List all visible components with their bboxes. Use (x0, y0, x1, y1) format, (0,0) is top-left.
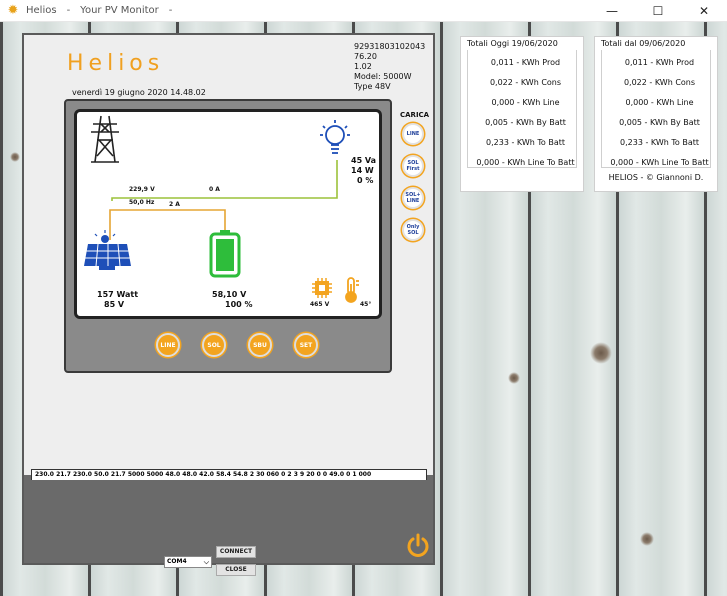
temperature: 45° (360, 301, 372, 308)
nav-line-button[interactable]: LINE (156, 333, 180, 357)
bulb-icon (320, 120, 350, 154)
flow-diagram (84, 115, 359, 303)
totals-today-panel: Totali Oggi 19/06/2020 0,011 - KWh Prod … (460, 36, 584, 192)
battery-voltage: 58,10 V (212, 290, 247, 299)
title-bar: ✹ Helios - Your PV Monitor - — ☐ ✕ (0, 0, 727, 22)
datetime: venerdì 19 giugno 2020 14.48.02 (72, 88, 206, 97)
connect-button[interactable]: CONNECT (216, 546, 256, 558)
totals-today-row: 0,000 - KWh Line (491, 98, 560, 107)
totals-since-row: 0,022 - KWh Cons (623, 78, 696, 87)
serial-number: 92931803102043 (354, 42, 426, 51)
totals-today-row: 0,000 - KWh Line To Batt (476, 158, 575, 167)
com-port-select[interactable]: COM4 ⌵ (164, 556, 212, 568)
charge-mode-sol-first-button[interactable]: SOL First (402, 155, 424, 177)
helios-logo: Helios (67, 51, 165, 76)
device-specs: 92931803102043 76.20 1.02 Model: 5000W T… (354, 42, 425, 92)
nav-sol-button[interactable]: SOL (202, 333, 226, 357)
totals-today-row: 0,022 - KWh Cons (489, 78, 562, 87)
sun-gear-icon: ✹ (7, 2, 19, 18)
monitor-screen: 229,9 V 50,0 Hz 0 A 2 A 45 Va 14 W 0 % 1… (74, 109, 382, 319)
close-window-button[interactable]: ✕ (681, 0, 727, 22)
pv-power: 157 Watt (97, 290, 139, 299)
grid-current: 0 A (209, 186, 220, 193)
inverter-voltage: 465 V (310, 301, 330, 308)
minimize-button[interactable]: — (589, 0, 635, 22)
maximize-button[interactable]: ☐ (635, 0, 681, 22)
totals-since-group: 0,011 - KWh Prod 0,022 - KWh Cons 0,000 … (601, 50, 711, 168)
totals-since-row: 0,233 - KWh To Batt (620, 138, 699, 147)
totals-today-row: 0,005 - KWh By Batt (485, 118, 566, 127)
totals-since-row: 0,000 - KWh Line (625, 98, 694, 107)
charge-label: CARICA (400, 111, 430, 119)
grid-voltage: 229,9 V (129, 186, 155, 193)
version: 1.02 (354, 62, 372, 71)
charge-mode-sol-line-button[interactable]: SOL+ LINE (402, 187, 424, 209)
firmware: 76.20 (354, 52, 377, 61)
credit-text: HELIOS - © Giannoni D. (608, 173, 704, 182)
battery-current: 2 A (169, 201, 180, 208)
screen-frame: 229,9 V 50,0 Hz 0 A 2 A 45 Va 14 W 0 % 1… (64, 99, 392, 373)
type: Type 48V (354, 82, 391, 91)
battery-icon (209, 230, 241, 278)
device-top-panel: Helios 92931803102043 76.20 1.02 Model: … (24, 35, 433, 475)
totals-today-row: 0,011 - KWh Prod (490, 58, 561, 67)
solar-panel-icon (84, 230, 131, 270)
totals-since-row: 0,000 - KWh Line To Batt (610, 158, 709, 167)
totals-since-panel: Totali dal 09/06/2020 0,011 - KWh Prod 0… (594, 36, 718, 192)
load-power-va: 45 Va (351, 156, 377, 165)
totals-since-row: 0,011 - KWh Prod (624, 58, 695, 67)
charge-mode-only-sol-button[interactable]: Only SOL (402, 219, 424, 241)
totals-today-group: 0,011 - KWh Prod 0,022 - KWh Cons 0,000 … (467, 50, 577, 168)
load-percent: 0 % (357, 176, 374, 185)
pylon-icon (91, 115, 119, 163)
close-button[interactable]: CLOSE (216, 564, 256, 576)
totals-today-title: Totali Oggi 19/06/2020 (467, 39, 558, 48)
window-title: Helios - Your PV Monitor - (26, 5, 173, 16)
model: Model: 5000W (354, 72, 412, 81)
load-power-w: 14 W (351, 166, 374, 175)
pv-voltage: 85 V (104, 300, 125, 309)
chip-icon (312, 278, 332, 298)
battery-percent: 100 % (225, 300, 253, 309)
charge-mode-line-button[interactable]: LINE (402, 123, 424, 145)
grid-frequency: 50,0 Hz (129, 199, 155, 206)
totals-since-row: 0,005 - KWh By Batt (619, 118, 700, 127)
power-icon[interactable] (405, 533, 431, 559)
inverter-device: Helios 92931803102043 76.20 1.02 Model: … (22, 33, 435, 576)
nav-sbu-button[interactable]: SBU (248, 333, 272, 357)
totals-since-title: Totali dal 09/06/2020 (601, 39, 686, 48)
dropdown-arrow-icon: ⌵ (203, 558, 209, 566)
totals-today-row: 0,233 - KWh To Batt (486, 138, 565, 147)
thermometer-icon (345, 277, 359, 303)
nav-set-button[interactable]: SET (294, 333, 318, 357)
